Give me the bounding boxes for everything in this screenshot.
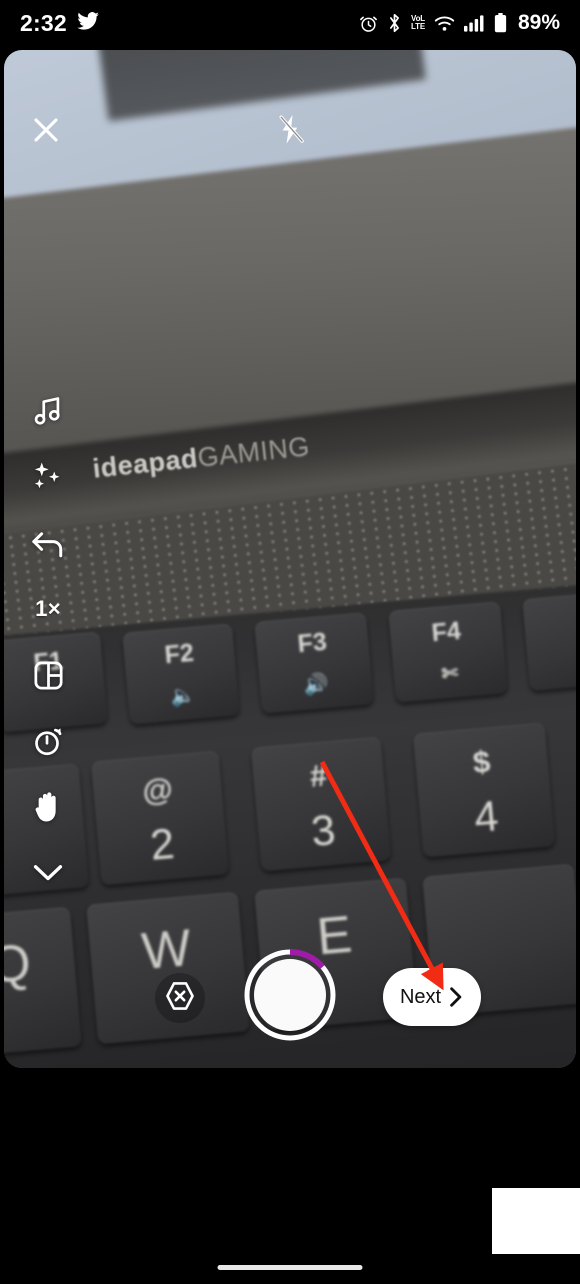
undo-button[interactable] <box>18 510 78 576</box>
scene-key-f4: F4 ✄ <box>388 601 508 703</box>
next-button[interactable]: Next <box>383 968 481 1026</box>
close-camera-button[interactable] <box>20 106 72 158</box>
hold-to-record-button[interactable] <box>18 774 78 840</box>
scene-key-4: $ 4 <box>412 722 556 858</box>
flash-off-icon <box>275 113 307 152</box>
next-button-label: Next <box>399 985 442 1008</box>
scene-key-3-symbol: # <box>308 757 329 794</box>
scene-key-2: @ 2 <box>90 750 230 886</box>
zoom-level-button[interactable]: 1× <box>18 576 78 642</box>
timer-button[interactable] <box>18 708 78 774</box>
timer-icon <box>31 724 65 758</box>
camera-tool-rail: 1× <box>18 378 78 906</box>
status-bar: 2:32 VoL LTE 89% <box>0 0 580 46</box>
scene-key-3: # 3 <box>250 736 392 872</box>
twitter-bird-icon <box>77 11 99 35</box>
music-button[interactable] <box>18 378 78 444</box>
bottom-toolbar <box>0 1068 580 1178</box>
scene-key-f5 <box>522 590 576 692</box>
shutter-button[interactable] <box>243 948 337 1042</box>
layout-button[interactable] <box>18 642 78 708</box>
scene-key-f3-secondary: 🔊 <box>302 672 330 697</box>
layout-grid-icon <box>32 659 65 692</box>
scene-key-q: Q <box>4 906 82 1058</box>
hand-icon <box>32 790 64 824</box>
scene-key-4-symbol: $ <box>471 743 492 780</box>
navigation-gesture-bar[interactable] <box>217 1265 363 1270</box>
scene-key-f3: F3 🔊 <box>254 612 374 714</box>
scene-key-f2: F2 🔈 <box>122 623 240 725</box>
wifi-icon <box>434 15 455 32</box>
delete-hexagon-icon <box>163 980 197 1017</box>
cellular-signal-icon <box>463 14 485 32</box>
status-bar-left: 2:32 <box>20 10 99 37</box>
scene-key-4-number: 4 <box>472 791 501 842</box>
scene-key-f4-secondary: ✄ <box>440 662 460 686</box>
scene-key-2-number: 2 <box>148 819 177 870</box>
chevron-right-icon <box>448 986 464 1008</box>
volte-icon: VoL LTE <box>411 14 425 31</box>
status-bar-clock: 2:32 <box>20 9 67 36</box>
music-note-icon <box>31 394 65 428</box>
status-bar-right: VoL LTE 89% <box>359 11 560 35</box>
battery-icon <box>494 13 507 33</box>
sparkles-icon <box>30 460 66 494</box>
scene-key-w: W <box>86 891 250 1045</box>
bluetooth-icon <box>387 13 402 33</box>
white-overlay-panel <box>492 1188 580 1254</box>
scene-key-f3-label: F3 <box>296 627 329 659</box>
battery-percent-label: 89% <box>517 11 560 34</box>
scene-key-2-symbol: @ <box>140 770 175 809</box>
delete-last-clip-button[interactable] <box>155 973 205 1023</box>
undo-arrow-icon <box>29 526 67 560</box>
scene-key-q-label: Q <box>4 933 34 995</box>
alarm-icon <box>359 14 378 33</box>
scene-key-f2-secondary: 🔈 <box>169 683 197 708</box>
flash-toggle-button[interactable] <box>265 106 317 158</box>
camera-preview-scene: ideapadGAMING F1 F2 🔈 F3 🔊 F4 ✄ @ 2 # 3 … <box>4 50 576 1068</box>
close-icon <box>30 114 62 151</box>
scene-key-f4-label: F4 <box>430 616 463 648</box>
effects-button[interactable] <box>18 444 78 510</box>
zoom-level-label: 1× <box>35 596 61 621</box>
scene-key-f2-label: F2 <box>163 638 196 670</box>
scene-key-3-number: 3 <box>309 805 338 856</box>
more-options-button[interactable] <box>18 840 78 906</box>
camera-preview[interactable]: ideapadGAMING F1 F2 🔈 F3 🔊 F4 ✄ @ 2 # 3 … <box>4 50 576 1068</box>
chevron-down-icon <box>30 860 66 886</box>
phone-screen: 2:32 VoL LTE 89% ideapadGAMING F1 F2 🔈 F… <box>0 0 580 1284</box>
